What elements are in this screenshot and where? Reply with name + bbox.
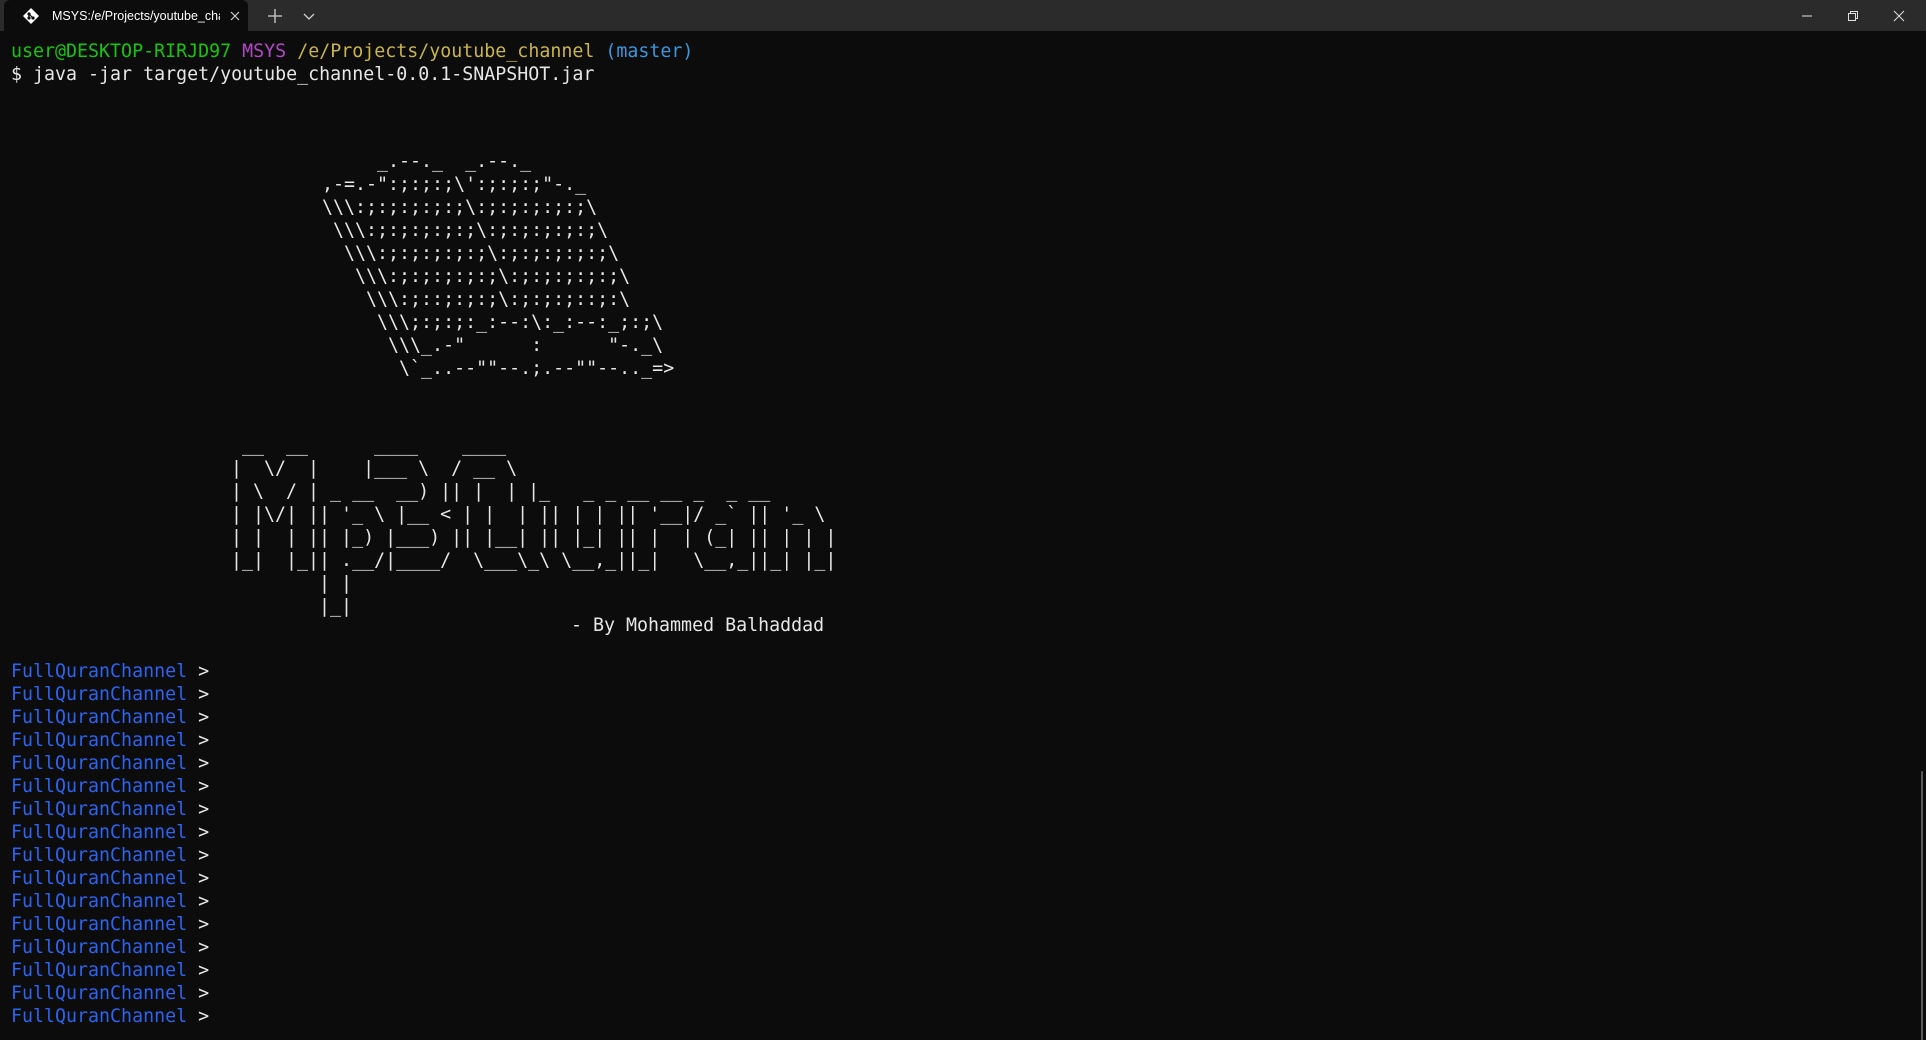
channel-prompt-name: FullQuranChannel xyxy=(11,845,188,866)
channel-prompt-symbol: > xyxy=(198,799,210,820)
prompt-user-host: user@DESKTOP-RIRJD97 xyxy=(11,41,232,62)
channel-prompt-symbol: > xyxy=(198,914,210,935)
channel-prompt-name: FullQuranChannel xyxy=(11,1006,188,1027)
shell-prompt-line: user@DESKTOP-RIRJD97 MSYS /e/Projects/yo… xyxy=(11,40,693,63)
chevron-down-icon[interactable] xyxy=(296,5,322,27)
channel-prompt-row: FullQuranChannel > xyxy=(11,913,209,936)
terminal-output[interactable]: user@DESKTOP-RIRJD97 MSYS /e/Projects/yo… xyxy=(0,31,1926,1040)
terminal-window: MSYS:/e/Projects/youtube_channel xyxy=(0,0,1926,1040)
logo-ascii-art: __ __ ____ ____ | \/ | |___ \ / __ \ | \… xyxy=(231,435,837,617)
channel-prompt-row: FullQuranChannel > xyxy=(11,752,209,775)
channel-prompt-symbol: > xyxy=(198,661,210,682)
channel-prompt-name: FullQuranChannel xyxy=(11,753,188,774)
title-bar[interactable]: MSYS:/e/Projects/youtube_channel xyxy=(0,0,1926,31)
channel-prompt-row: FullQuranChannel > xyxy=(11,775,209,798)
channel-prompt-row: FullQuranChannel > xyxy=(11,890,209,913)
restore-icon[interactable] xyxy=(1830,0,1876,31)
channel-prompt-row: FullQuranChannel > xyxy=(11,683,209,706)
scrollbar-thumb[interactable] xyxy=(1921,771,1923,1040)
channel-prompt-name: FullQuranChannel xyxy=(11,707,188,728)
terminal-tab[interactable]: MSYS:/e/Projects/youtube_channel xyxy=(4,0,248,31)
channel-prompt-name: FullQuranChannel xyxy=(11,914,188,935)
prompt-cwd: /e/Projects/youtube_channel xyxy=(297,41,595,62)
channel-prompt-symbol: > xyxy=(198,845,210,866)
channel-prompt-row: FullQuranChannel > xyxy=(11,660,209,683)
channel-prompt-name: FullQuranChannel xyxy=(11,776,188,797)
channel-prompt-symbol: > xyxy=(198,730,210,751)
channel-prompt-row: FullQuranChannel > xyxy=(11,959,209,982)
channel-prompt-name: FullQuranChannel xyxy=(11,960,188,981)
channel-prompt-symbol: > xyxy=(198,891,210,912)
channel-prompt-row: FullQuranChannel > xyxy=(11,798,209,821)
channel-prompt-name: FullQuranChannel xyxy=(11,799,188,820)
channel-prompt-list: FullQuranChannel > FullQuranChannel > Full… xyxy=(11,660,209,1028)
scrollbar[interactable] xyxy=(1918,31,1926,1040)
channel-prompt-row: FullQuranChannel > xyxy=(11,706,209,729)
channel-prompt-symbol: > xyxy=(198,983,210,1004)
channel-prompt-symbol: > xyxy=(198,822,210,843)
channel-prompt-row: FullQuranChannel > xyxy=(11,867,209,890)
channel-prompt-symbol: > xyxy=(198,868,210,889)
prompt-system: MSYS xyxy=(242,41,287,62)
channel-prompt-row: FullQuranChannel > xyxy=(11,982,209,1005)
git-bash-diamond-icon xyxy=(22,7,40,25)
channel-prompt-symbol: > xyxy=(198,960,210,981)
channel-prompt-symbol: > xyxy=(198,1006,210,1027)
channel-prompt-name: FullQuranChannel xyxy=(11,868,188,889)
channel-prompt-name: FullQuranChannel xyxy=(11,822,188,843)
command-line: $ java -jar target/youtube_channel-0.0.1… xyxy=(11,64,595,85)
channel-prompt-name: FullQuranChannel xyxy=(11,661,188,682)
channel-prompt-symbol: > xyxy=(198,684,210,705)
minimize-icon[interactable] xyxy=(1784,0,1830,31)
channel-prompt-row: FullQuranChannel > xyxy=(11,729,209,752)
channel-prompt-row: FullQuranChannel > xyxy=(11,936,209,959)
channel-prompt-symbol: > xyxy=(198,937,210,958)
channel-prompt-name: FullQuranChannel xyxy=(11,983,188,1004)
close-window-icon[interactable] xyxy=(1876,0,1922,31)
channel-prompt-row: FullQuranChannel > xyxy=(11,1005,209,1028)
channel-prompt-name: FullQuranChannel xyxy=(11,937,188,958)
channel-prompt-row: FullQuranChannel > xyxy=(11,844,209,867)
close-tab-icon[interactable] xyxy=(227,8,243,24)
new-tab-icon[interactable] xyxy=(262,5,288,27)
author-byline: - By Mohammed Balhaddad xyxy=(571,615,825,636)
channel-prompt-name: FullQuranChannel xyxy=(11,684,188,705)
channel-prompt-name: FullQuranChannel xyxy=(11,891,188,912)
tab-title: MSYS:/e/Projects/youtube_channel xyxy=(52,9,220,23)
channel-prompt-symbol: > xyxy=(198,753,210,774)
prompt-branch: (master) xyxy=(605,41,694,62)
book-ascii-art: _.--._ _.--._ ,-=.-":;:;:;\':;:;:;"-._ \… xyxy=(322,151,675,379)
channel-prompt-name: FullQuranChannel xyxy=(11,730,188,751)
channel-prompt-row: FullQuranChannel > xyxy=(11,821,209,844)
channel-prompt-symbol: > xyxy=(198,776,210,797)
channel-prompt-symbol: > xyxy=(198,707,210,728)
